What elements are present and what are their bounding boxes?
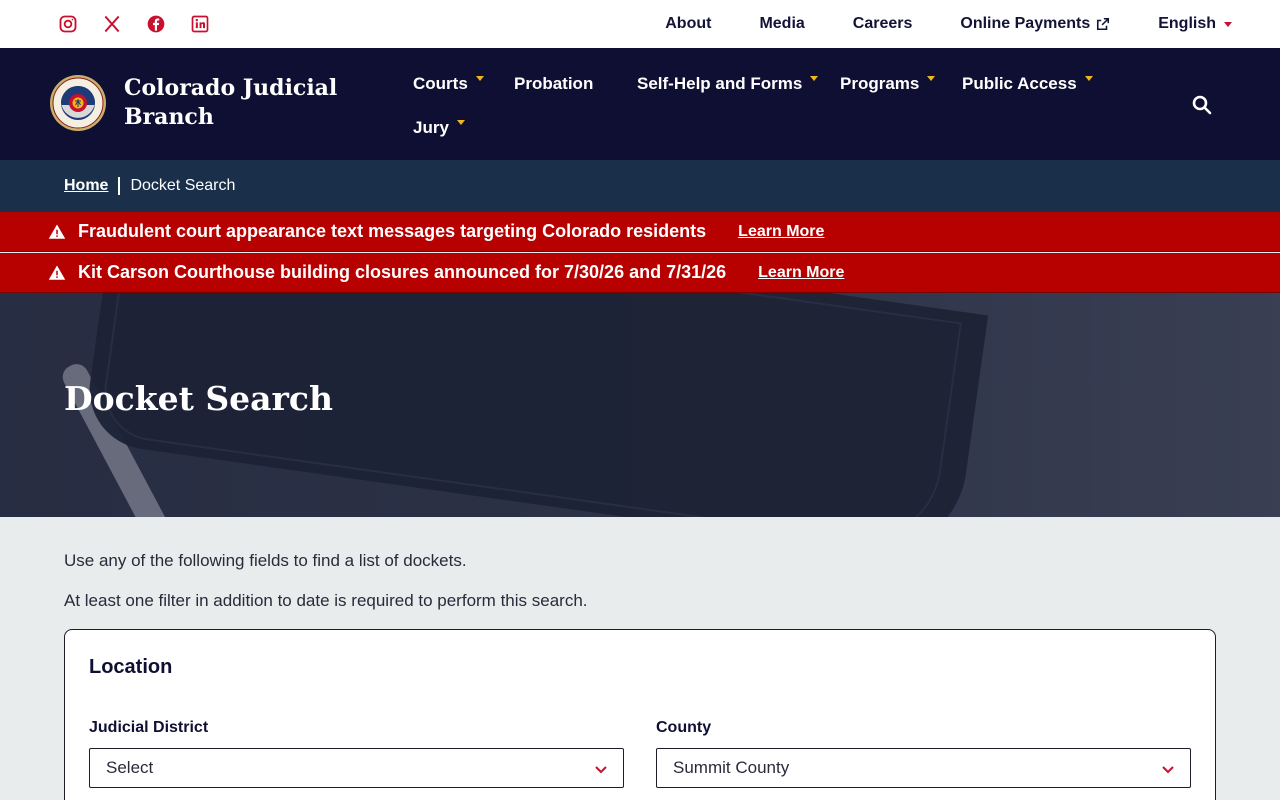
nav-probation[interactable]: Probation xyxy=(514,74,593,94)
online-payments-link[interactable]: Online Payments xyxy=(960,15,1110,33)
caret-down-icon xyxy=(927,75,936,81)
intro-requirement-text: At least one filter in addition to date … xyxy=(64,591,588,610)
breadcrumb-current: Docket Search xyxy=(130,177,236,194)
judicial-district-value: Select xyxy=(106,758,154,777)
caret-down-icon xyxy=(475,75,484,81)
county-label: County xyxy=(656,719,712,736)
alert-banner: Kit Carson Courthouse building closures … xyxy=(0,253,1280,293)
x-icon[interactable] xyxy=(101,13,123,35)
media-label: Media xyxy=(759,15,805,32)
main-header: Colorado Judicial Branch Courts Probatio… xyxy=(0,48,1280,160)
chevron-down-icon xyxy=(595,766,607,774)
nav-courts[interactable]: Courts xyxy=(413,74,484,94)
county-select[interactable]: Summit County xyxy=(656,748,1191,788)
nav-self-help[interactable]: Self-Help and Forms xyxy=(637,74,819,94)
location-heading: Location xyxy=(89,656,173,678)
judicial-district-select[interactable]: Select xyxy=(89,748,624,788)
chevron-down-icon xyxy=(1162,766,1174,774)
search-icon[interactable] xyxy=(1190,93,1214,117)
careers-link[interactable]: Careers xyxy=(853,15,913,33)
nav-jury-label: Jury xyxy=(413,118,449,137)
linkedin-icon[interactable] xyxy=(189,13,211,35)
instagram-icon[interactable] xyxy=(57,13,79,35)
caret-down-icon xyxy=(1224,21,1232,27)
breadcrumb: Home Docket Search xyxy=(0,160,1280,212)
warning-icon xyxy=(48,224,66,239)
learn-more-link[interactable]: Learn More xyxy=(758,264,844,282)
facebook-icon[interactable] xyxy=(145,13,167,35)
nav-courts-label: Courts xyxy=(413,74,468,93)
breadcrumb-home-link[interactable]: Home xyxy=(64,177,108,195)
county-value: Summit County xyxy=(673,758,790,777)
language-label: English xyxy=(1158,15,1216,32)
location-card: Location Judicial District Select County… xyxy=(64,629,1216,800)
about-link[interactable]: About xyxy=(665,15,711,33)
about-label: About xyxy=(665,15,712,32)
nav-public-access[interactable]: Public Access xyxy=(962,74,1093,94)
nav-programs[interactable]: Programs xyxy=(840,74,936,94)
utility-bar: About Media Careers Online Payments Engl… xyxy=(0,0,1280,48)
judicial-district-label: Judicial District xyxy=(89,719,209,736)
caret-down-icon xyxy=(456,119,465,125)
colorado-courts-seal-logo[interactable] xyxy=(49,74,107,132)
online-payments-label: Online Payments xyxy=(960,15,1091,32)
warning-icon xyxy=(48,265,66,280)
brand-name[interactable]: Colorado Judicial Branch xyxy=(124,74,344,132)
alert-message: Kit Carson Courthouse building closures … xyxy=(78,262,727,282)
alert-banner: Fraudulent court appearance text message… xyxy=(0,212,1280,252)
careers-label: Careers xyxy=(852,15,913,32)
caret-down-icon xyxy=(810,75,819,81)
nav-jury[interactable]: Jury xyxy=(413,118,465,138)
nav-probation-label: Probation xyxy=(514,74,594,93)
learn-more-link[interactable]: Learn More xyxy=(738,223,824,241)
nav-public-access-label: Public Access xyxy=(962,74,1077,93)
external-link-icon xyxy=(1097,17,1110,31)
nav-self-help-label: Self-Help and Forms xyxy=(637,74,803,93)
alert-message: Fraudulent court appearance text message… xyxy=(78,221,707,241)
media-link[interactable]: Media xyxy=(759,15,804,33)
utility-nav: About Media Careers Online Payments Engl… xyxy=(617,0,1232,48)
language-selector[interactable]: English xyxy=(1158,15,1232,33)
hero-banner: Docket Search xyxy=(0,293,1280,517)
page-title: Docket Search xyxy=(64,379,333,418)
breadcrumb-separator xyxy=(118,177,121,195)
nav-programs-label: Programs xyxy=(840,74,920,93)
intro-text: Use any of the following fields to find … xyxy=(64,551,467,570)
caret-down-icon xyxy=(1084,75,1093,81)
social-links xyxy=(57,13,211,35)
